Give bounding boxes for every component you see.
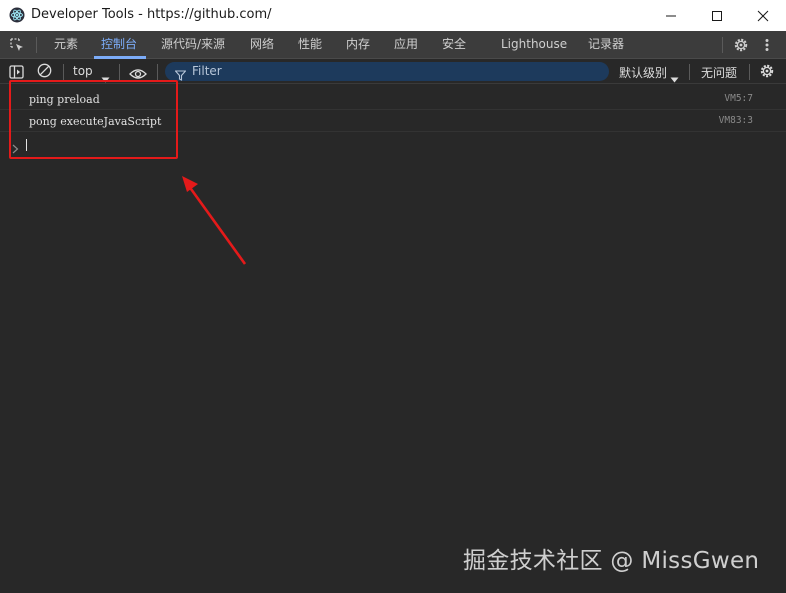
maximize-button[interactable] xyxy=(694,0,740,31)
tab-console[interactable]: 控制台 xyxy=(101,31,137,59)
panel-tab-bar: 元素 控制台 源代码/来源 网络 性能 内存 应用 安全 Lighthouse … xyxy=(0,31,786,59)
gear-icon[interactable] xyxy=(733,37,749,57)
close-button[interactable] xyxy=(740,0,786,31)
watermark: 掘金技术社区 @ MissGwen xyxy=(463,548,760,574)
more-vertical-icon[interactable] xyxy=(763,37,771,57)
toolbar-separator xyxy=(749,64,750,80)
tab-memory[interactable]: 内存 xyxy=(346,31,370,59)
maximize-icon xyxy=(712,10,722,21)
annotation-arrow-icon xyxy=(182,176,247,265)
title-bar: Developer Tools - https://github.com/ xyxy=(0,0,786,31)
filter-input[interactable]: Filter xyxy=(165,62,609,81)
toolbar-separator xyxy=(63,64,64,80)
inspect-element-icon[interactable] xyxy=(9,37,25,57)
electron-icon xyxy=(9,7,25,23)
toolbar-separator xyxy=(157,64,158,80)
tab-network[interactable]: 网络 xyxy=(250,31,274,59)
filter-placeholder: Filter xyxy=(192,64,222,78)
minimize-button[interactable] xyxy=(648,0,694,31)
log-levels-dropdown[interactable]: 默认级别 xyxy=(619,64,667,81)
tab-recorder[interactable]: 记录器 xyxy=(588,31,624,59)
devtools-window: Developer Tools - https://github.com/ 元素… xyxy=(0,0,786,593)
tab-sources[interactable]: 源代码/来源 xyxy=(161,31,225,59)
tab-lighthouse[interactable]: Lighthouse xyxy=(501,31,567,59)
toolbar-separator xyxy=(689,64,690,80)
annotation-highlight-box xyxy=(9,80,178,159)
issues-counter[interactable]: 无问题 xyxy=(701,64,737,81)
window-title: Developer Tools - https://github.com/ xyxy=(31,7,272,22)
console-message-source-link[interactable]: VM83:3 xyxy=(719,115,753,126)
tab-separator xyxy=(36,37,37,53)
toolbar-separator xyxy=(119,64,120,80)
console-output: ping preload VM5:7 pong executeJavaScrip… xyxy=(0,84,786,593)
minimize-icon xyxy=(666,15,676,16)
context-selector[interactable]: top xyxy=(73,64,93,78)
tab-performance[interactable]: 性能 xyxy=(298,31,322,59)
console-message-source-link[interactable]: VM5:7 xyxy=(724,93,753,104)
close-icon xyxy=(757,10,769,21)
tab-elements[interactable]: 元素 xyxy=(54,31,78,59)
tab-separator xyxy=(722,37,723,53)
gear-icon[interactable] xyxy=(759,63,775,83)
tab-security[interactable]: 安全 xyxy=(442,31,466,59)
tab-application[interactable]: 应用 xyxy=(394,31,418,59)
